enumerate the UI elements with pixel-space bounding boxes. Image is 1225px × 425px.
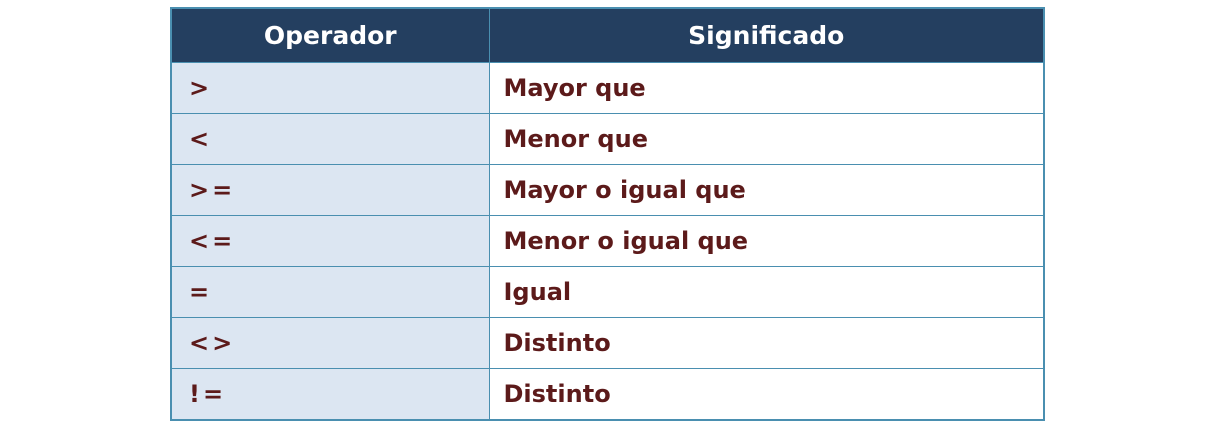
table-row: >= Mayor o igual que bbox=[171, 164, 1045, 216]
operator-cell: < bbox=[171, 113, 490, 165]
operator-cell: >= bbox=[171, 164, 490, 216]
operator-cell: <> bbox=[171, 317, 490, 369]
table-row: <= Menor o igual que bbox=[171, 215, 1045, 267]
table-row: < Menor que bbox=[171, 113, 1045, 165]
table-row: <> Distinto bbox=[171, 317, 1045, 369]
operator-cell: = bbox=[171, 266, 490, 318]
meaning-cell: Distinto bbox=[489, 368, 1045, 421]
operator-cell: <= bbox=[171, 215, 490, 267]
operators-table: Operador Significado > Mayor que < Menor… bbox=[170, 7, 1045, 421]
table-row: = Igual bbox=[171, 266, 1045, 318]
header-row: Operador Significado bbox=[171, 8, 1045, 63]
meaning-cell: Mayor que bbox=[489, 62, 1045, 114]
operator-cell: > bbox=[171, 62, 490, 114]
header-operador: Operador bbox=[171, 8, 490, 63]
meaning-cell: Distinto bbox=[489, 317, 1045, 369]
operator-cell: != bbox=[171, 368, 490, 421]
meaning-cell: Menor que bbox=[489, 113, 1045, 165]
meaning-cell: Menor o igual que bbox=[489, 215, 1045, 267]
table-row: != Distinto bbox=[171, 368, 1045, 421]
meaning-cell: Igual bbox=[489, 266, 1045, 318]
meaning-cell: Mayor o igual que bbox=[489, 164, 1045, 216]
table-row: > Mayor que bbox=[171, 62, 1045, 114]
header-significado: Significado bbox=[489, 8, 1045, 63]
